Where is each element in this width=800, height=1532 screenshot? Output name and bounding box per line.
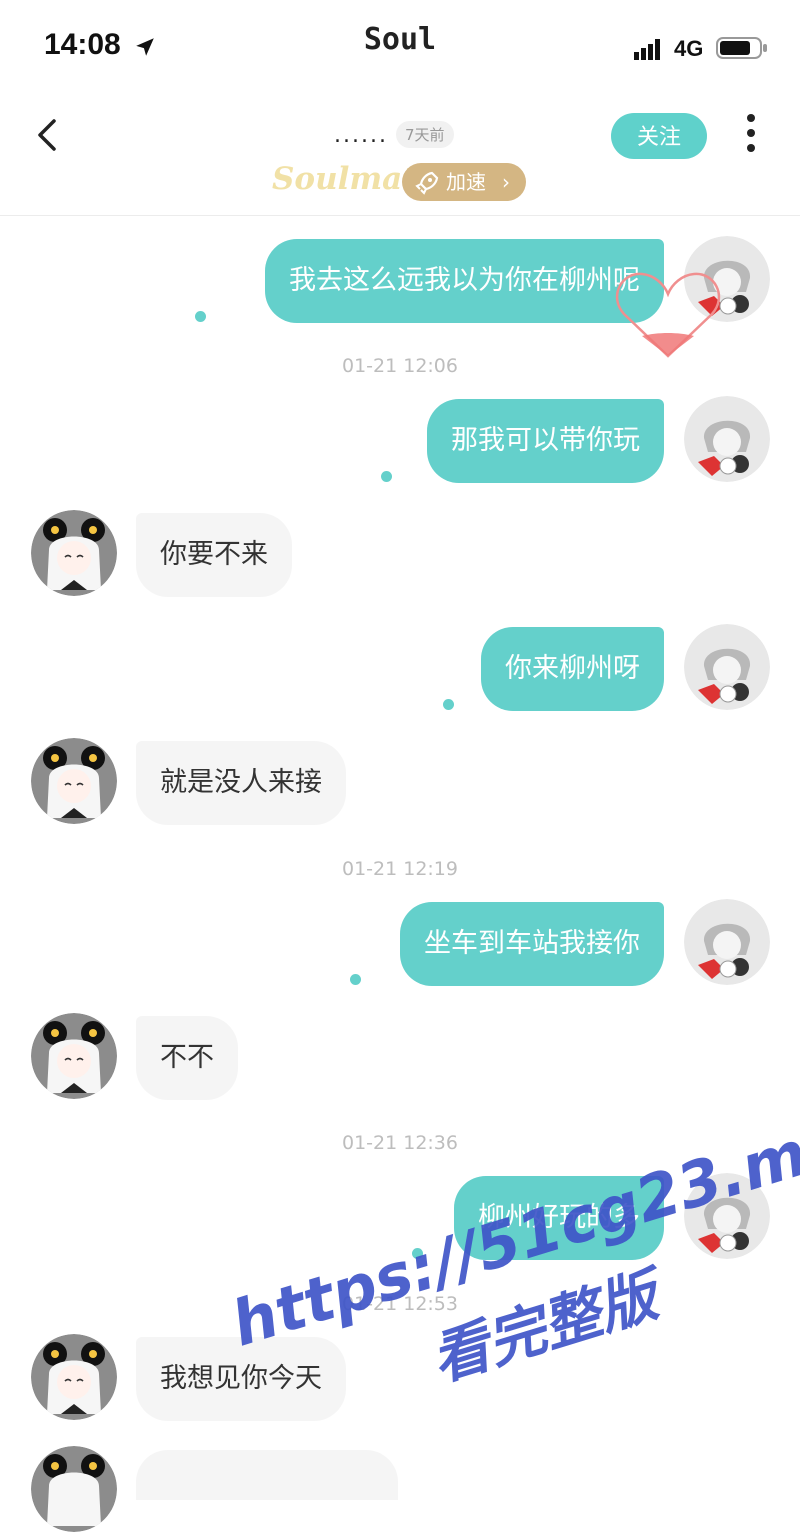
message-bubble-outgoing[interactable]: 你来柳州呀 <box>481 627 664 711</box>
avatar-contact[interactable] <box>31 1013 117 1099</box>
message-bubble-incoming[interactable]: 就是没人来接 <box>136 741 346 825</box>
rocket-icon <box>415 171 439 195</box>
speedup-button[interactable]: 加速 › <box>402 163 526 201</box>
speedup-label: 加速 <box>446 170 486 194</box>
message-bubble-outgoing[interactable]: 我去这么远我以为你在柳州呢 <box>265 239 664 323</box>
last-seen-badge: 7天前 <box>396 121 454 148</box>
read-indicator-dot <box>381 471 392 482</box>
follow-button[interactable]: 关注 <box>611 113 707 159</box>
message-bubble-outgoing[interactable]: 坐车到车站我接你 <box>400 902 664 986</box>
avatar-self-image <box>684 624 770 710</box>
avatar-self-image <box>684 396 770 482</box>
chevron-right-icon: › <box>502 170 510 194</box>
read-indicator-dot <box>195 311 206 322</box>
read-indicator-dot <box>443 699 454 710</box>
avatar-contact[interactable] <box>31 1446 117 1532</box>
avatar-self-image <box>684 899 770 985</box>
avatar-contact-image <box>31 1334 117 1420</box>
avatar-contact[interactable] <box>31 1334 117 1420</box>
heart-animation-icon <box>615 272 721 358</box>
avatar-self[interactable] <box>684 396 770 482</box>
avatar-contact[interactable] <box>31 738 117 824</box>
chat-header: ...... 7天前 关注 Soulmate 加速 › <box>0 95 800 216</box>
avatar-contact-image <box>31 510 117 596</box>
back-arrow-icon[interactable] <box>32 117 62 153</box>
timestamp: 01-21 12:19 <box>341 858 458 880</box>
timestamp: 01-21 12:06 <box>341 355 458 377</box>
message-bubble-outgoing[interactable]: 那我可以带你玩 <box>427 399 664 483</box>
message-bubble-incoming[interactable]: 不不 <box>136 1016 238 1100</box>
read-indicator-dot <box>350 974 361 985</box>
battery-icon <box>716 37 767 59</box>
avatar-contact-image <box>31 1446 117 1532</box>
status-bar: 14:08 Soul 4G <box>0 0 800 95</box>
signal-icon <box>634 39 660 60</box>
avatar-contact-image <box>31 1013 117 1099</box>
message-bubble-incoming[interactable]: 你要不来 <box>136 513 292 597</box>
avatar-self[interactable] <box>684 624 770 710</box>
avatar-contact[interactable] <box>31 510 117 596</box>
avatar-self[interactable] <box>684 899 770 985</box>
contact-name: ...... <box>334 123 388 148</box>
avatar-contact-image <box>31 738 117 824</box>
network-type: 4G <box>674 36 704 61</box>
more-options-icon[interactable] <box>744 113 758 153</box>
